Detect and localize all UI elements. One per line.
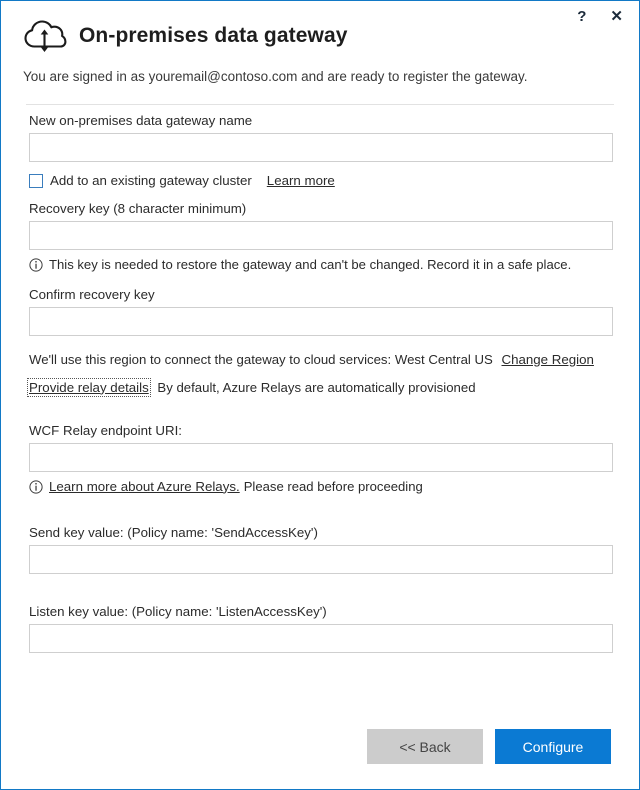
listen-key-label: Listen key value: (Policy name: 'ListenA… <box>29 604 327 620</box>
wcf-relay-hint-text: Please read before proceeding <box>243 478 423 494</box>
cluster-learn-more-link[interactable]: Learn more <box>267 173 335 188</box>
signed-in-status: You are signed in as youremail@contoso.c… <box>23 69 528 84</box>
gateway-name-group: New on-premises data gateway name <box>29 113 613 162</box>
gateway-name-label: New on-premises data gateway name <box>29 113 253 128</box>
relay-toggle-row: Provide relay details By default, Azure … <box>27 377 611 398</box>
confirm-recovery-key-label: Confirm recovery key <box>29 286 155 302</box>
cloud-updown-arrow-icon <box>24 20 67 52</box>
relay-description: By default, Azure Relays are automatical… <box>157 379 476 395</box>
gateway-name-input[interactable] <box>29 133 613 162</box>
page-title: On-premises data gateway <box>79 24 348 47</box>
header-divider <box>26 104 614 105</box>
info-circle-icon <box>29 479 43 494</box>
provide-relay-details-link[interactable]: Provide relay details <box>27 377 151 397</box>
region-text: We'll use this region to connect the gat… <box>29 351 493 367</box>
wcf-relay-uri-group: WCF Relay endpoint URI: Learn more about… <box>29 422 613 496</box>
title-row: On-premises data gateway <box>23 19 614 53</box>
back-button[interactable]: << Back <box>367 729 483 764</box>
listen-key-input[interactable] <box>29 624 613 654</box>
existing-cluster-checkbox[interactable] <box>29 173 43 188</box>
recovery-key-hint-text: This key is needed to restore the gatewa… <box>49 257 572 272</box>
region-row: We'll use this region to connect the gat… <box>29 350 611 370</box>
dialog-header: On-premises data gateway You are signed … <box>1 1 639 87</box>
info-circle-icon <box>29 258 43 272</box>
gateway-registration-window: ? ✕ On-premises data gateway You are sig… <box>0 0 640 790</box>
wcf-relay-uri-input[interactable] <box>29 442 613 472</box>
send-key-label: Send key value: (Policy name: 'SendAcces… <box>29 525 318 541</box>
wcf-relay-hint: Learn more about Azure Relays. Please rea… <box>29 478 611 496</box>
existing-cluster-label: Add to an existing gateway cluster <box>50 173 252 188</box>
confirm-recovery-key-input[interactable] <box>29 306 613 336</box>
azure-relays-learn-more-link[interactable]: Learn more about Azure Relays. <box>49 479 240 494</box>
form-body: New on-premises data gateway name Add to… <box>1 113 639 789</box>
dialog-footer: << Back Configure <box>367 729 611 764</box>
recovery-key-input[interactable] <box>29 221 613 250</box>
confirm-recovery-key-group: Confirm recovery key <box>29 286 613 336</box>
configure-button[interactable]: Configure <box>495 729 611 764</box>
wcf-relay-hint-wrap: Learn more about Azure Relays. Please rea… <box>49 478 423 496</box>
send-key-group: Send key value: (Policy name: 'SendAcces… <box>29 525 613 575</box>
recovery-key-hint: This key is needed to restore the gatewa… <box>29 256 611 274</box>
existing-cluster-row: Add to an existing gateway cluster Learn… <box>29 173 611 188</box>
listen-key-group: Listen key value: (Policy name: 'ListenA… <box>29 604 613 654</box>
recovery-key-group: Recovery key (8 character minimum) This … <box>29 201 613 274</box>
wcf-relay-uri-label: WCF Relay endpoint URI: <box>29 422 182 438</box>
send-key-input[interactable] <box>29 545 613 575</box>
change-region-link[interactable]: Change Region <box>502 352 594 367</box>
recovery-key-label: Recovery key (8 character minimum) <box>29 201 247 216</box>
